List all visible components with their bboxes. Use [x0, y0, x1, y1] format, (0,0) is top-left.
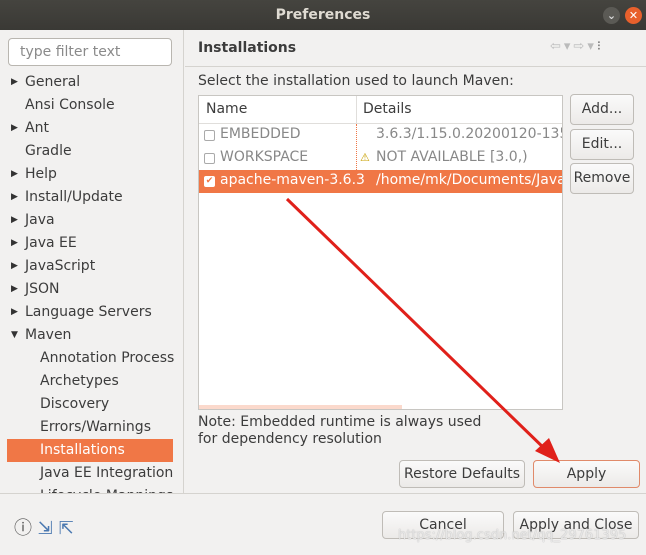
table-row[interactable]: EMBEDDED 3.6.3/1.15.0.20200120-1352	[199, 124, 562, 147]
note-text: Note: Embedded runtime is always used fo…	[198, 414, 482, 447]
apply-and-close-button[interactable]: Apply and Close	[513, 511, 639, 539]
back-icon[interactable]: ⇦▾	[550, 39, 573, 54]
expand-icon[interactable]: ▶	[11, 278, 18, 301]
checkbox[interactable]	[204, 153, 215, 164]
tree-item[interactable]: Installations	[7, 439, 173, 462]
tree-item[interactable]: Lifecycle Mappings	[0, 485, 183, 493]
expand-icon[interactable]: ▶	[11, 186, 18, 209]
tree-item[interactable]: ▶ Java	[0, 209, 183, 232]
tree-item[interactable]: ▶ Install/Update	[0, 186, 183, 209]
main-panel: Installations ⇦▾⇨▾⁝ Select the installat…	[185, 30, 646, 493]
nav-icons: ⇦▾⇨▾⁝	[550, 39, 604, 54]
forward-icon[interactable]: ⇨▾	[573, 39, 596, 54]
help-icon[interactable]: ⓘ	[14, 518, 32, 539]
tree-item[interactable]: ▶ Java EE	[0, 232, 183, 255]
window-title: Preferences	[275, 7, 371, 23]
horizontal-scrollbar[interactable]	[199, 405, 402, 409]
filter-input[interactable]: type filter text	[8, 38, 172, 66]
tree-item[interactable]: ▶ JSON	[0, 278, 183, 301]
column-name[interactable]: Name	[206, 101, 247, 117]
warning-icon: ⚠	[360, 151, 370, 164]
close-button[interactable]: ✕	[625, 7, 642, 24]
sidebar: type filter text ▶ General Ansi Console ▶ An…	[0, 30, 184, 493]
remove-button[interactable]: Remove	[570, 163, 634, 194]
import-icon[interactable]: ⇲	[38, 518, 53, 539]
tree-item[interactable]: Ansi Console	[0, 94, 183, 117]
table-row[interactable]: ✔ apache-maven-3.6.3/home/mk/Documents/Ja…	[199, 170, 562, 193]
title-bar: Preferences ⌄ ✕	[0, 0, 646, 30]
tree-item[interactable]: Java EE Integration	[0, 462, 183, 485]
export-icon[interactable]: ⇱	[59, 518, 74, 539]
tree-item[interactable]: Archetypes	[0, 370, 183, 393]
tree-item[interactable]: ▶ Ant	[0, 117, 183, 140]
divider	[185, 66, 646, 67]
prompt-label: Select the installation used to launch M…	[198, 73, 514, 89]
checkbox[interactable]: ✔	[204, 176, 215, 187]
page-title: Installations	[198, 40, 297, 56]
column-details[interactable]: Details	[363, 101, 412, 117]
checkbox[interactable]	[204, 130, 215, 141]
tree-item[interactable]: ▶ Help	[0, 163, 183, 186]
table-row[interactable]: WORKSPACE ⚠ NOT AVAILABLE [3.0,)	[199, 147, 562, 170]
preference-tree: ▶ General Ansi Console ▶ Ant Gradle ▶ Help ▶ Inst…	[0, 71, 183, 493]
expand-icon[interactable]: ▶	[11, 232, 18, 255]
cancel-button[interactable]: Cancel	[382, 511, 504, 539]
tree-item[interactable]: Discovery	[0, 393, 183, 416]
restore-defaults-button[interactable]: Restore Defaults	[399, 460, 525, 488]
expand-icon[interactable]: ▶	[11, 163, 18, 186]
tree-item[interactable]: ▶ Language Servers	[0, 301, 183, 324]
menu-icon[interactable]: ⁝	[597, 39, 604, 54]
footer-divider	[0, 493, 646, 494]
table-header: Name Details	[199, 96, 562, 124]
expand-icon[interactable]: ▶	[11, 71, 18, 94]
expand-icon[interactable]: ▼	[11, 324, 18, 347]
tree-item[interactable]: Gradle	[0, 140, 183, 163]
edit-button[interactable]: Edit...	[570, 129, 634, 160]
expand-icon[interactable]: ▶	[11, 255, 18, 278]
minimize-button[interactable]: ⌄	[603, 7, 620, 24]
tree-item[interactable]: ▶ JavaScript	[0, 255, 183, 278]
tree-item[interactable]: Annotation Process	[0, 347, 183, 370]
expand-icon[interactable]: ▶	[11, 301, 18, 324]
expand-icon[interactable]: ▶	[11, 117, 18, 140]
tree-item[interactable]: ▶ General	[0, 71, 183, 94]
add-button[interactable]: Add...	[570, 94, 634, 125]
tree-item[interactable]: ▼ Maven	[0, 324, 183, 347]
apply-button[interactable]: Apply	[533, 460, 640, 488]
tree-item[interactable]: Errors/Warnings	[0, 416, 183, 439]
expand-icon[interactable]: ▶	[11, 209, 18, 232]
installations-table: Name Details EMBEDDED 3.6.3/1.15.0.202001…	[198, 95, 563, 410]
footer-icons: ⓘ ⇲ ⇱	[14, 514, 74, 540]
